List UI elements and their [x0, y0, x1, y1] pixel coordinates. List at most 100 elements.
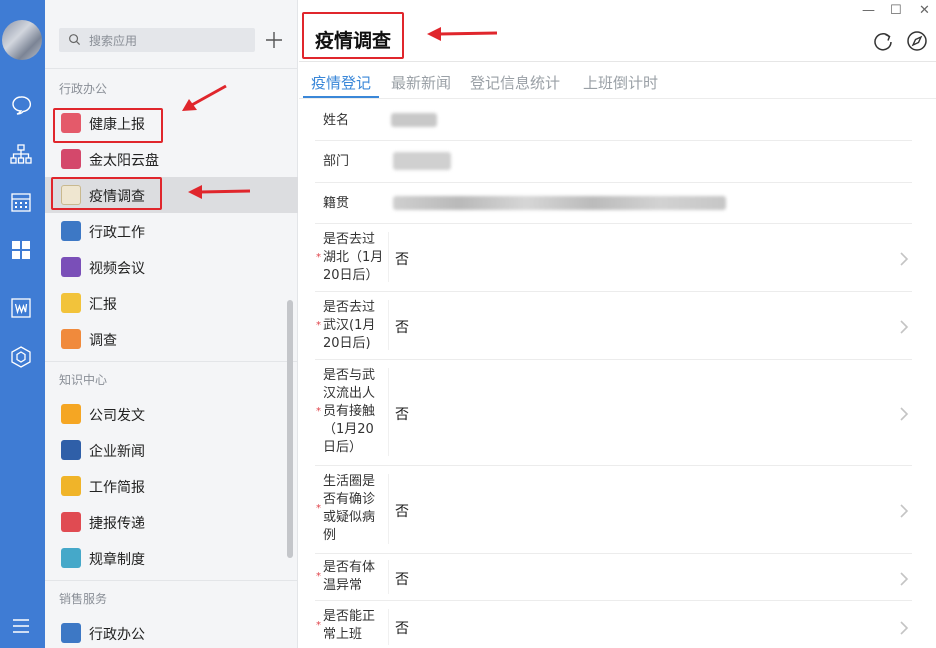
tab-work-countdown[interactable]: 上班倒计时	[583, 72, 658, 93]
department-field-value-redacted[interactable]	[393, 152, 451, 170]
question-value[interactable]: 否	[395, 618, 409, 638]
app-item-label: 汇报	[89, 297, 117, 313]
app-item-admin-office[interactable]: 行政办公	[45, 615, 298, 648]
tab-divider	[299, 98, 936, 99]
admin-work-icon	[61, 221, 81, 241]
minimize-button[interactable]: —	[862, 3, 875, 18]
annotation-arrow-icon	[427, 27, 498, 41]
app-list-panel: 搜索应用 行政办公 健康上报 金太阳云盘 疫情调查 行政工作 视频会议 汇报 调…	[45, 0, 298, 648]
tab-epidemic-register[interactable]: 疫情登记	[311, 72, 371, 93]
avatar[interactable]	[2, 20, 42, 60]
app-item-company-docs[interactable]: 公司发文	[45, 396, 298, 432]
app-item-video-meeting[interactable]: 视频会议	[45, 249, 298, 285]
app-item-admin-work[interactable]: 行政工作	[45, 213, 298, 249]
question-label: 生活圈是 否有确诊 或疑似病例	[323, 474, 376, 543]
left-rail	[0, 0, 45, 648]
field-divider	[388, 609, 389, 645]
field-divider	[388, 300, 389, 350]
question-label: 是否去过 湖北（1月 20日后）	[323, 232, 384, 283]
chevron-right-icon[interactable]	[899, 571, 909, 587]
megaphone-icon	[61, 404, 81, 424]
chat-icon[interactable]	[9, 93, 33, 117]
section-title-knowledge: 知识中心	[59, 373, 108, 387]
hometown-field-value-redacted[interactable]	[393, 196, 726, 210]
header-divider	[299, 61, 936, 62]
maximize-button[interactable]: ☐	[890, 3, 902, 18]
plus-icon	[266, 32, 282, 48]
survey-icon	[61, 329, 81, 349]
apps-grid-icon[interactable]	[9, 238, 33, 262]
required-marker: *	[316, 571, 321, 582]
row-divider	[315, 600, 912, 601]
row-divider	[315, 140, 912, 141]
doc-icon[interactable]	[9, 296, 33, 320]
app-item-label: 金太阳云盘	[89, 153, 159, 169]
question-label: 是否与武 汉流出人 员有接触 （1月20 日后）	[323, 368, 376, 455]
good-news-icon	[61, 512, 81, 532]
menu-icon[interactable]	[9, 614, 33, 638]
app-item-work-brief[interactable]: 工作简报	[45, 468, 298, 504]
app-item-report[interactable]: 汇报	[45, 285, 298, 321]
question-value[interactable]: 否	[395, 501, 409, 521]
chevron-right-icon[interactable]	[899, 503, 909, 519]
row-divider	[315, 553, 912, 554]
field-divider	[388, 474, 389, 544]
cloud-drive-icon	[61, 149, 81, 169]
scrollbar[interactable]	[287, 300, 293, 558]
question-value[interactable]: 否	[395, 317, 409, 337]
search-placeholder: 搜索应用	[89, 34, 138, 48]
app-item-label: 行政办公	[89, 627, 145, 643]
chevron-right-icon[interactable]	[899, 406, 909, 422]
app-item-company-news[interactable]: 企业新闻	[45, 432, 298, 468]
tab-register-stats[interactable]: 登记信息统计	[470, 72, 560, 93]
app-item-cloud-drive[interactable]: 金太阳云盘	[45, 141, 298, 177]
annotation-box-health-report	[53, 108, 163, 143]
field-divider	[388, 560, 389, 594]
tab-latest-news[interactable]: 最新新闻	[391, 72, 451, 93]
question-value[interactable]: 否	[395, 569, 409, 589]
annotation-box-epidemic-survey	[51, 177, 162, 210]
field-label-department: 部门	[323, 154, 350, 169]
chevron-right-icon[interactable]	[899, 251, 909, 267]
app-item-label: 捷报传递	[89, 516, 145, 532]
calendar-icon[interactable]	[9, 190, 33, 214]
news-icon	[61, 440, 81, 460]
annotation-arrow-icon	[188, 185, 251, 199]
name-field-value-redacted[interactable]	[391, 113, 437, 127]
row-divider	[315, 465, 912, 466]
admin-office-icon	[61, 623, 81, 643]
app-item-label: 规章制度	[89, 552, 145, 568]
close-button[interactable]: ✕	[919, 3, 930, 18]
cube-icon[interactable]	[9, 345, 33, 369]
chevron-right-icon[interactable]	[899, 319, 909, 335]
divider	[45, 68, 298, 69]
app-item-label: 企业新闻	[89, 444, 145, 460]
field-label-hometown: 籍贯	[323, 196, 350, 211]
row-divider	[315, 291, 912, 292]
report-icon	[61, 293, 81, 313]
annotation-arrow-icon	[182, 84, 227, 111]
question-label: 是否有体 温异常	[323, 560, 376, 593]
app-item-label: 视频会议	[89, 261, 145, 277]
question-value[interactable]: 否	[395, 404, 409, 424]
field-divider	[388, 368, 389, 456]
section-title-admin: 行政办公	[59, 82, 108, 96]
chevron-right-icon[interactable]	[899, 620, 909, 636]
row-divider	[315, 223, 912, 224]
search-input[interactable]: 搜索应用	[59, 28, 255, 52]
required-marker: *	[316, 406, 321, 417]
required-marker: *	[316, 620, 321, 631]
org-chart-icon[interactable]	[9, 142, 33, 166]
app-item-survey[interactable]: 调查	[45, 321, 298, 357]
search-icon	[69, 34, 81, 46]
question-value[interactable]: 否	[395, 249, 409, 269]
divider	[45, 361, 298, 362]
add-app-button[interactable]	[263, 28, 285, 52]
app-item-label: 工作简报	[89, 480, 145, 496]
compass-icon[interactable]	[906, 30, 928, 52]
refresh-icon[interactable]	[872, 30, 894, 52]
app-item-regulations[interactable]: 规章制度	[45, 540, 298, 576]
app-window: 搜索应用 行政办公 健康上报 金太阳云盘 疫情调查 行政工作 视频会议 汇报 调…	[0, 0, 936, 648]
question-label: 是否去过 武汉(1月 20日后)	[323, 300, 376, 351]
app-item-good-news[interactable]: 捷报传递	[45, 504, 298, 540]
